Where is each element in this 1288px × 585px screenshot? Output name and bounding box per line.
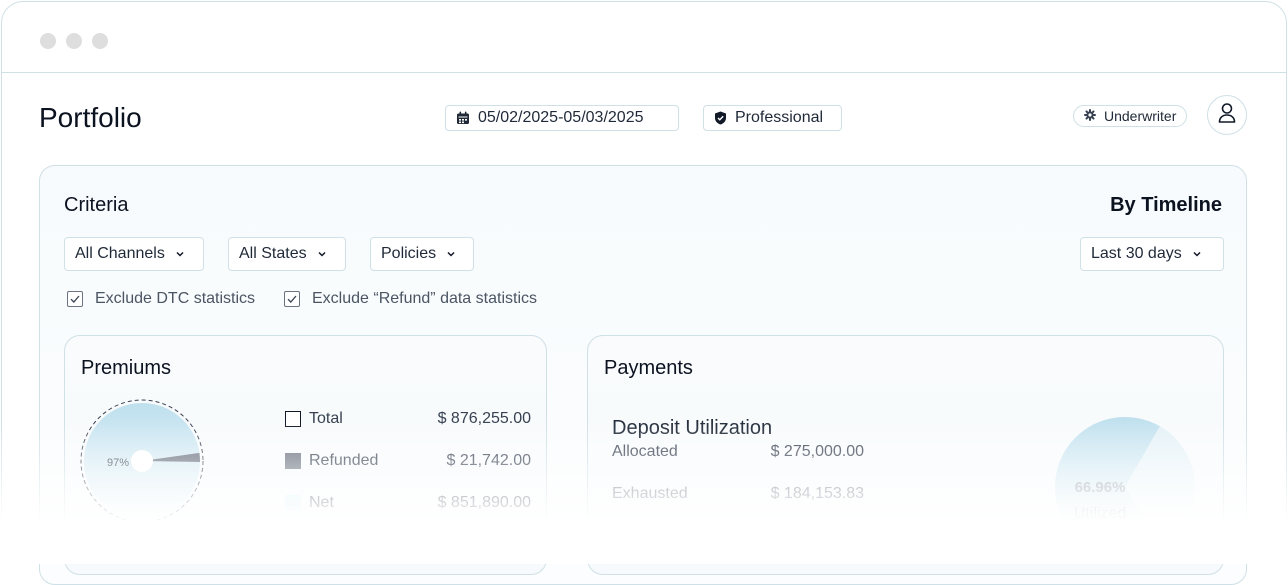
window-minimize-dot[interactable]: [66, 33, 82, 49]
deposit-utilization-title: Deposit Utilization: [612, 417, 773, 439]
channels-select-label: All Channels: [75, 245, 165, 262]
legend-swatch-refunded: [285, 453, 301, 469]
user-icon: [1217, 102, 1237, 129]
title-bar: [2, 2, 1286, 73]
policies-select[interactable]: Policies: [370, 237, 474, 271]
legend-swatch-net: [285, 495, 301, 511]
legend-label-refunded: Refunded: [309, 452, 379, 469]
period-select[interactable]: Last 30 days: [1080, 237, 1224, 271]
date-range-label: 05/02/2025-05/03/2025: [478, 109, 644, 126]
legend-value-refunded: $ 21,742.00: [446, 452, 531, 469]
exclude-dtc-label: Exclude DTC statistics: [95, 290, 256, 307]
legend-label-total: Total: [309, 410, 343, 427]
bottom-area: [0, 520, 1288, 564]
exhausted-value: $ 184,153.83: [770, 485, 864, 502]
pie-percent-label: 97%: [107, 457, 129, 469]
allocated-row: Allocated $ 275,000.00: [612, 443, 864, 461]
criteria-title: Criteria: [64, 194, 129, 216]
timeline-title: By Timeline: [1110, 194, 1222, 216]
chevron-down-icon: [176, 251, 184, 257]
user-avatar-button[interactable]: [1207, 95, 1247, 135]
legend-row-net: Net $ 851,890.00: [285, 491, 531, 515]
legend-row-refunded: Refunded $ 21,742.00: [285, 449, 531, 473]
exhausted-label: Exhausted: [612, 485, 688, 502]
chevron-down-icon: [1193, 251, 1201, 257]
allocated-value: $ 275,000.00: [770, 443, 864, 460]
utilized-percent: 66.96%: [1075, 479, 1126, 496]
legend-value-net: $ 851,890.00: [437, 494, 531, 511]
shield-check-icon: [714, 111, 727, 125]
channels-select[interactable]: All Channels: [64, 237, 204, 271]
premiums-pie-chart: 97%: [80, 399, 204, 523]
check-icon: [287, 295, 297, 303]
states-select-label: All States: [239, 245, 307, 262]
pie-center-hole: [131, 450, 153, 472]
check-icon: [70, 295, 80, 303]
exclude-refund-option[interactable]: Exclude “Refund” data statistics: [284, 290, 537, 308]
legend-row-total: Total $ 876,255.00: [285, 407, 531, 431]
exhausted-row: Exhausted $ 184,153.83: [612, 485, 864, 503]
chevron-down-icon: [318, 251, 326, 257]
premiums-title: Premiums: [81, 357, 172, 379]
period-select-label: Last 30 days: [1091, 245, 1182, 262]
chevron-down-icon: [447, 251, 455, 257]
gear-icon: [1084, 108, 1096, 124]
date-range-chip[interactable]: 05/02/2025-05/03/2025: [445, 105, 679, 131]
legend-swatch-total: [285, 411, 301, 427]
exclude-dtc-checkbox[interactable]: [67, 291, 83, 307]
window-close-dot[interactable]: [40, 33, 56, 49]
exclude-dtc-option[interactable]: Exclude DTC statistics: [67, 290, 255, 308]
allocated-label: Allocated: [612, 443, 678, 460]
exclude-refund-checkbox[interactable]: [284, 291, 300, 307]
page-title: Portfolio: [39, 102, 142, 133]
role-chip[interactable]: Underwriter: [1073, 105, 1188, 127]
window-maximize-dot[interactable]: [92, 33, 108, 49]
legend-value-total: $ 876,255.00: [437, 410, 531, 427]
states-select[interactable]: All States: [228, 237, 346, 271]
plan-chip[interactable]: Professional: [703, 105, 842, 131]
payments-title: Payments: [604, 357, 693, 379]
legend-label-net: Net: [309, 494, 334, 511]
plan-label: Professional: [735, 109, 824, 126]
policies-select-label: Policies: [381, 245, 437, 262]
role-label: Underwriter: [1104, 108, 1177, 124]
calendar-icon: [456, 111, 470, 125]
exclude-refund-label: Exclude “Refund” data statistics: [312, 290, 537, 307]
